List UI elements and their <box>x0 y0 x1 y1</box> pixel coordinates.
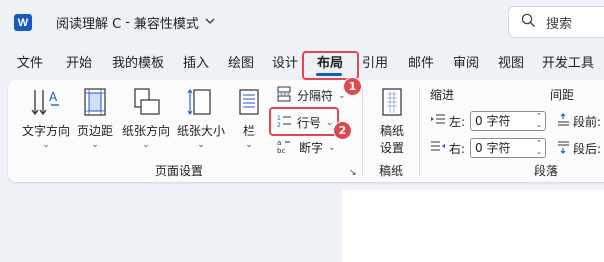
chevron-down-icon: ⌄ <box>197 140 205 150</box>
indent-right-input[interactable]: 0 字符 ⌃ ⌄ <box>470 138 546 158</box>
manuscript-settings-button[interactable]: 稿纸 设置 <box>372 86 412 156</box>
step-badge-1: 1 <box>343 77 362 96</box>
hyphenation-label: 断字 <box>299 141 324 155</box>
page-setup-dialog-launcher-icon[interactable]: ↘ <box>349 168 357 178</box>
chevron-down-icon: ⌄ <box>42 140 50 150</box>
spacing-before-label: 段前: <box>556 113 601 130</box>
tab-my-templates[interactable]: 我的模板 <box>112 52 164 76</box>
columns-button[interactable]: 栏 ⌄ <box>234 86 264 150</box>
manuscript-label-line2: 设置 <box>379 141 404 155</box>
indent-left-spinner[interactable]: ⌃ ⌄ <box>536 112 542 130</box>
margins-icon <box>81 86 109 120</box>
document-page[interactable] <box>342 190 604 262</box>
chevron-down-icon: ⌄ <box>91 140 99 150</box>
group-divider <box>419 88 420 176</box>
title-separator: - <box>125 15 130 30</box>
svg-text:a: a <box>277 139 281 147</box>
paper-size-label: 纸张大小 <box>176 124 225 138</box>
breaks-icon <box>276 86 292 105</box>
tab-references[interactable]: 引用 <box>362 52 388 76</box>
svg-text:bc: bc <box>277 147 285 154</box>
spacing-after-label: 段后: <box>556 140 601 157</box>
paragraph-group-label: 段落 <box>534 164 559 178</box>
tab-home[interactable]: 开始 <box>66 52 92 76</box>
indent-left-text: 左: <box>449 115 466 129</box>
step-badge-2: 2 <box>333 121 352 140</box>
search-icon <box>521 13 536 32</box>
columns-label: 栏 <box>242 124 255 138</box>
layout-tab-highlight <box>302 51 359 80</box>
indent-right-spinner[interactable]: ⌃ ⌄ <box>536 139 542 157</box>
indent-right-text: 右: <box>449 142 466 156</box>
tab-developer[interactable]: 开发工具 <box>542 52 594 76</box>
orientation-icon <box>131 86 161 120</box>
tab-mailings[interactable]: 邮件 <box>408 52 434 76</box>
breaks-button[interactable]: 分隔符 ⌄ <box>276 86 346 105</box>
tab-review[interactable]: 审阅 <box>453 52 479 76</box>
paper-size-button[interactable]: 纸张大小 ⌄ <box>175 86 227 150</box>
indent-right-value: 0 字符 <box>475 141 511 155</box>
line-numbers-highlight <box>269 107 339 136</box>
indent-left-label: 左: <box>430 113 465 130</box>
word-app-icon: W <box>14 14 32 31</box>
chevron-down-icon <box>205 17 215 28</box>
spacing-before-text: 段前: <box>573 115 602 129</box>
indent-right-label: 右: <box>430 140 465 157</box>
search-label: 搜索 <box>546 16 573 32</box>
spacing-before-icon <box>556 113 570 130</box>
tab-design[interactable]: 设计 <box>272 52 298 76</box>
margins-button[interactable]: 页边距 ⌄ <box>75 86 115 150</box>
document-title[interactable]: 阅读理解 C - 兼容性模式 <box>56 13 215 32</box>
tab-file[interactable]: 文件 <box>17 52 43 76</box>
paper-size-icon <box>186 86 216 120</box>
indent-left-input[interactable]: 0 字符 ⌃ ⌄ <box>470 111 546 131</box>
tab-draw[interactable]: 绘图 <box>228 52 254 76</box>
text-direction-icon: A <box>29 86 63 120</box>
tab-insert[interactable]: 插入 <box>183 52 209 76</box>
text-direction-label: 文字方向 <box>21 124 70 138</box>
tab-view[interactable]: 视图 <box>498 52 524 76</box>
hyphenation-button[interactable]: a bc 断字 ⌄ <box>276 138 336 157</box>
indent-left-value: 0 字符 <box>475 114 511 128</box>
chevron-down-icon: ⌄ <box>328 142 336 153</box>
spacing-after-text: 段后: <box>573 142 602 156</box>
compatibility-mode: 兼容性模式 <box>133 17 199 32</box>
title-bar: W 阅读理解 C - 兼容性模式 搜索 <box>0 0 604 44</box>
search-box[interactable]: 搜索 <box>508 6 604 38</box>
orientation-button[interactable]: 纸张方向 ⌄ <box>120 86 172 150</box>
spacing-header: 间距 <box>550 88 575 102</box>
svg-text:A: A <box>49 90 58 104</box>
manuscript-icon <box>379 86 405 120</box>
breaks-label: 分隔符 <box>297 89 334 103</box>
indent-right-icon <box>430 140 446 157</box>
document-name: 阅读理解 C <box>56 17 122 32</box>
indent-header: 缩进 <box>430 88 455 102</box>
manuscript-group-label: 稿纸 <box>379 164 404 178</box>
orientation-label: 纸张方向 <box>121 124 170 138</box>
spacing-after-icon <box>556 140 570 157</box>
margins-label: 页边距 <box>76 124 113 138</box>
columns-icon <box>237 86 261 120</box>
manuscript-label-line1: 稿纸 <box>379 124 404 138</box>
chevron-down-icon: ⌄ <box>245 140 253 150</box>
text-direction-button[interactable]: A 文字方向 ⌄ <box>20 86 72 150</box>
hyphenation-icon: a bc <box>276 138 294 157</box>
page-setup-group-label: 页面设置 <box>155 164 204 178</box>
group-divider <box>362 88 363 176</box>
indent-left-icon <box>430 113 446 130</box>
chevron-down-icon: ⌄ <box>142 140 150 150</box>
